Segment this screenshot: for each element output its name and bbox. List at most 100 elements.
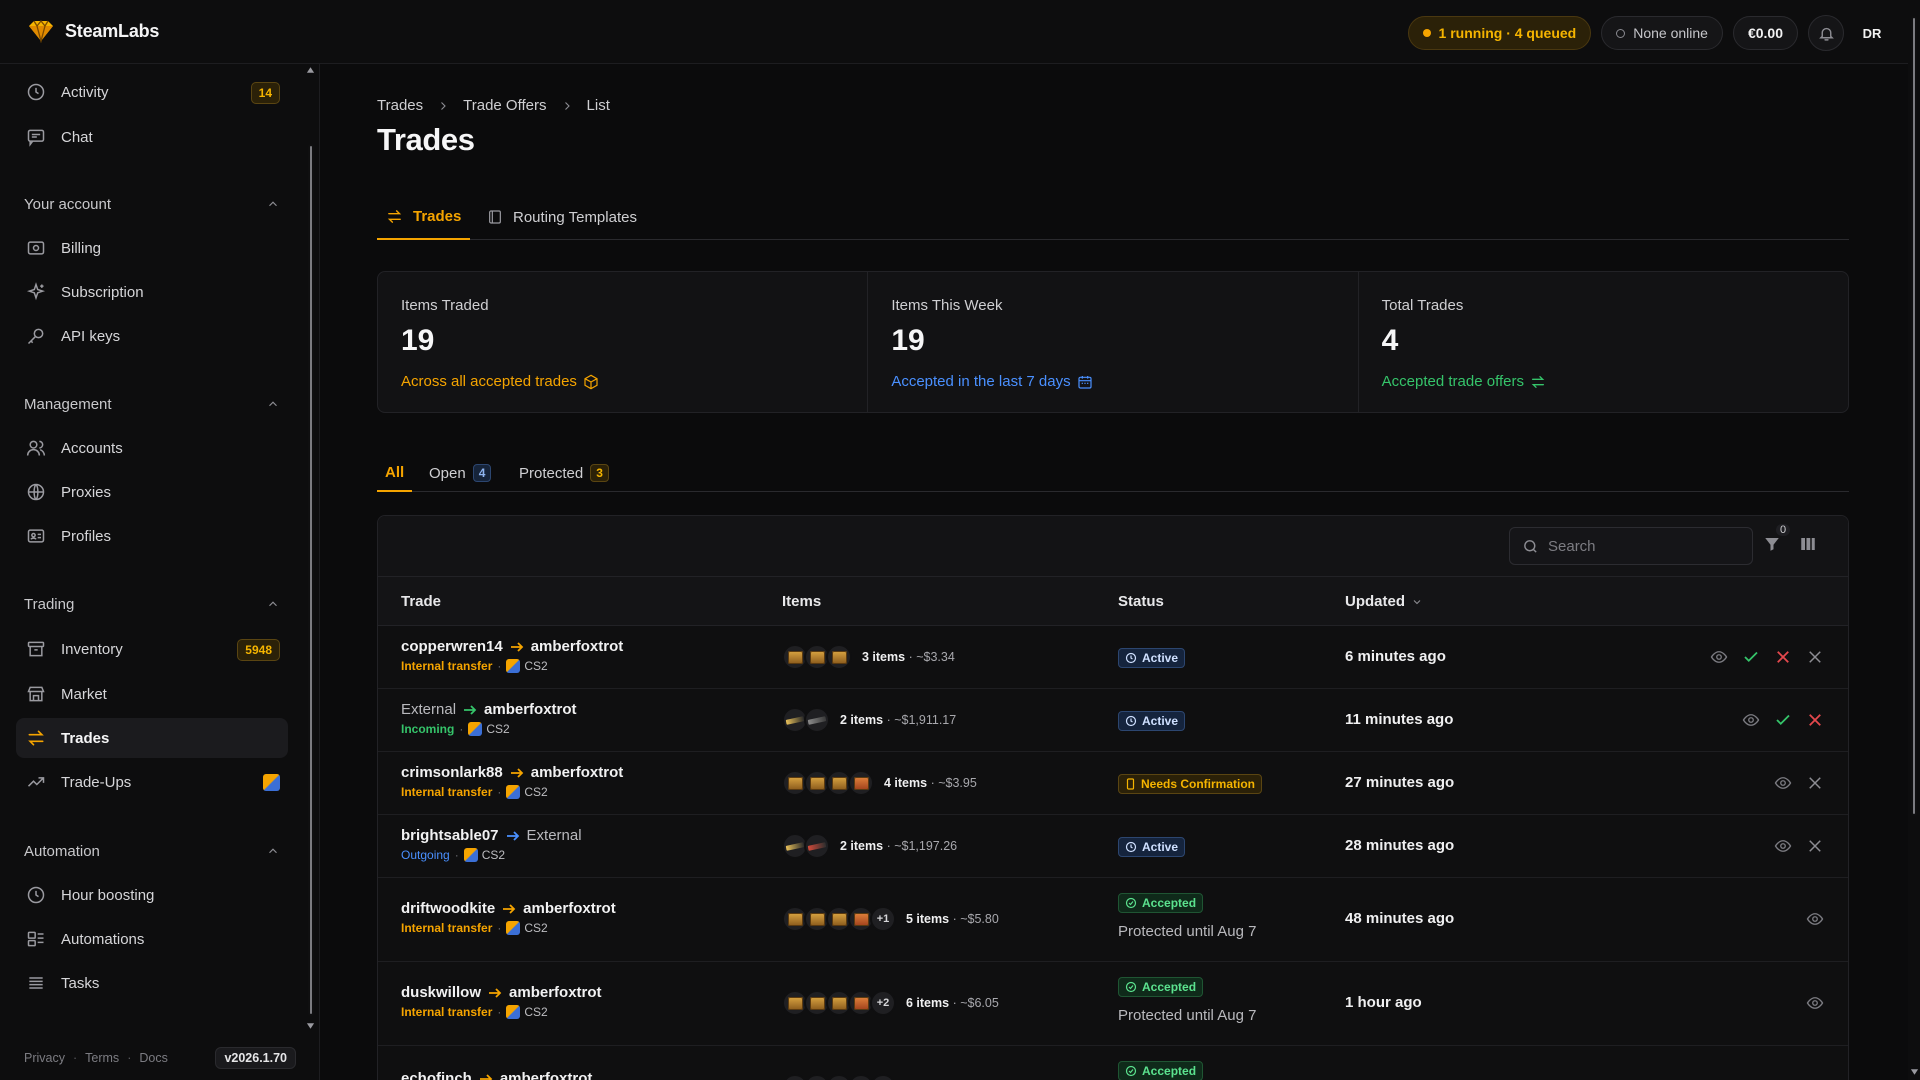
- sidebar-item-automations[interactable]: Automations: [16, 919, 288, 959]
- decline-x-icon[interactable]: [1806, 711, 1824, 729]
- item-thumbnail[interactable]: [804, 707, 830, 733]
- view-eye-icon[interactable]: [1806, 910, 1824, 928]
- trade-from[interactable]: copperwren14: [401, 638, 503, 655]
- tab-routing-templates[interactable]: Routing Templates: [478, 194, 646, 240]
- trade-from[interactable]: driftwoodkite: [401, 900, 495, 917]
- sidebar-item-hour-boosting[interactable]: Hour boosting: [16, 875, 288, 915]
- columns-icon[interactable]: [1799, 535, 1817, 553]
- search-box[interactable]: [1509, 527, 1753, 565]
- terms-link[interactable]: Terms: [85, 1051, 119, 1065]
- section-toggle-automation[interactable]: Automation: [24, 839, 280, 863]
- scroll-up-icon[interactable]: [306, 66, 315, 74]
- table-row[interactable]: driftwoodkite amberfoxtrot Internal tran…: [378, 878, 1848, 962]
- cancel-x-icon[interactable]: [1806, 648, 1824, 666]
- item-thumbnail[interactable]: [782, 1074, 808, 1080]
- item-thumbnail[interactable]: [804, 833, 830, 859]
- scroll-down-icon[interactable]: [1910, 1068, 1919, 1076]
- breadcrumb-list[interactable]: List: [587, 97, 610, 114]
- view-eye-icon[interactable]: [1774, 837, 1792, 855]
- sidebar-scroll-thumb[interactable]: [308, 144, 314, 1016]
- check-circle-icon: [1125, 897, 1137, 909]
- balance-pill[interactable]: €0.00: [1732, 16, 1798, 50]
- cancel-x-icon[interactable]: [1806, 837, 1824, 855]
- table-row[interactable]: External amberfoxtrot Incoming · CS2 2 i…: [378, 689, 1848, 752]
- item-thumbnail[interactable]: [848, 770, 874, 796]
- more-items-chip[interactable]: +1: [870, 906, 896, 932]
- section-toggle-management[interactable]: Management: [24, 392, 280, 416]
- view-eye-icon[interactable]: [1742, 711, 1760, 729]
- privacy-link[interactable]: Privacy: [24, 1051, 65, 1065]
- scroll-down-icon[interactable]: [306, 1022, 315, 1030]
- sidebar-item-api-keys[interactable]: API keys: [16, 316, 288, 356]
- item-thumbnail[interactable]: [782, 833, 808, 859]
- cancel-x-icon[interactable]: [1806, 774, 1824, 792]
- sidebar-item-market[interactable]: Market: [16, 674, 288, 714]
- sidebar-item-activity[interactable]: Activity 14: [16, 72, 288, 112]
- table-row[interactable]: echofinch amberfoxtrot Accepted: [378, 1046, 1848, 1080]
- sidebar-item-inventory[interactable]: Inventory 5948: [16, 629, 288, 669]
- sidebar-item-billing[interactable]: Billing: [16, 228, 288, 268]
- trade-to[interactable]: amberfoxtrot: [484, 701, 577, 718]
- breadcrumb-trade-offers[interactable]: Trade Offers: [463, 97, 546, 114]
- trade-from[interactable]: crimsonlark88: [401, 764, 503, 781]
- column-header-updated[interactable]: Updated: [1345, 593, 1423, 610]
- item-thumbnail[interactable]: [870, 1074, 896, 1080]
- sidebar-item-subscription[interactable]: Subscription: [16, 272, 288, 312]
- page-scroll-thumb[interactable]: [1911, 16, 1917, 816]
- table-row[interactable]: brightsable07 External Outgoing · CS2 2 …: [378, 815, 1848, 878]
- trade-to[interactable]: amberfoxtrot: [509, 984, 602, 1001]
- trade-to[interactable]: amberfoxtrot: [531, 764, 624, 781]
- table-row[interactable]: crimsonlark88 amberfoxtrot Internal tran…: [378, 752, 1848, 815]
- trade-to[interactable]: amberfoxtrot: [523, 900, 616, 917]
- filter-icon[interactable]: [1763, 535, 1781, 553]
- sidebar-scrollbar[interactable]: [304, 64, 316, 1036]
- tab-all[interactable]: All: [377, 454, 413, 492]
- user-avatar[interactable]: DR: [1854, 15, 1890, 51]
- search-input[interactable]: [1548, 537, 1728, 555]
- task-status-pill[interactable]: 1 running · 4 queued: [1407, 16, 1592, 50]
- stat-items-traded: Items Traded 19 Across all accepted trad…: [378, 272, 869, 412]
- online-status-pill[interactable]: None online: [1601, 16, 1723, 50]
- section-toggle-trading[interactable]: Trading: [24, 592, 280, 616]
- column-header-items[interactable]: Items: [782, 593, 821, 610]
- decline-x-icon[interactable]: [1774, 648, 1792, 666]
- column-header-status[interactable]: Status: [1118, 593, 1164, 610]
- sidebar-item-chat[interactable]: Chat: [16, 117, 288, 157]
- accept-check-icon[interactable]: [1742, 648, 1760, 666]
- view-eye-icon[interactable]: [1806, 994, 1824, 1012]
- sidebar-item-accounts[interactable]: Accounts: [16, 428, 288, 468]
- sidebar-item-profiles[interactable]: Profiles: [16, 516, 288, 556]
- table-row[interactable]: duskwillow amberfoxtrot Internal transfe…: [378, 962, 1848, 1046]
- sidebar: Activity 14 Chat Your account Billing Su…: [0, 64, 320, 1080]
- view-eye-icon[interactable]: [1774, 774, 1792, 792]
- column-header-trade[interactable]: Trade: [401, 593, 441, 610]
- sidebar-item-trade-ups[interactable]: Trade-Ups: [16, 762, 288, 802]
- section-toggle-your-account[interactable]: Your account: [24, 192, 280, 216]
- status-badge: Needs Confirmation: [1118, 774, 1263, 794]
- item-thumbnail[interactable]: [848, 1074, 874, 1080]
- sidebar-item-tasks[interactable]: Tasks: [16, 963, 288, 1003]
- accept-check-icon[interactable]: [1774, 711, 1792, 729]
- item-thumbnail[interactable]: [826, 644, 852, 670]
- view-eye-icon[interactable]: [1710, 648, 1728, 666]
- trade-to[interactable]: amberfoxtrot: [531, 638, 624, 655]
- trade-from[interactable]: duskwillow: [401, 984, 481, 1001]
- tab-trades[interactable]: Trades: [377, 194, 471, 240]
- breadcrumb-trades[interactable]: Trades: [377, 97, 423, 114]
- sidebar-item-proxies[interactable]: Proxies: [16, 472, 288, 512]
- docs-link[interactable]: Docs: [139, 1051, 167, 1065]
- more-items-chip[interactable]: +2: [870, 990, 896, 1016]
- sidebar-item-trades[interactable]: Trades: [16, 718, 288, 758]
- trade-to[interactable]: amberfoxtrot: [500, 1070, 593, 1080]
- item-thumbnail[interactable]: [826, 1074, 852, 1080]
- tab-protected[interactable]: Protected 3: [511, 454, 617, 492]
- notifications-button[interactable]: [1808, 15, 1844, 51]
- tab-open[interactable]: Open 4: [421, 454, 499, 492]
- trade-from[interactable]: echofinch: [401, 1070, 472, 1080]
- item-thumbnail[interactable]: [804, 1074, 830, 1080]
- trade-from[interactable]: brightsable07: [401, 827, 499, 844]
- table-row[interactable]: copperwren14 amberfoxtrot Internal trans…: [378, 626, 1848, 689]
- brand[interactable]: SteamLabs: [27, 19, 159, 43]
- page-scrollbar[interactable]: [1908, 0, 1920, 1080]
- item-thumbnail[interactable]: [782, 707, 808, 733]
